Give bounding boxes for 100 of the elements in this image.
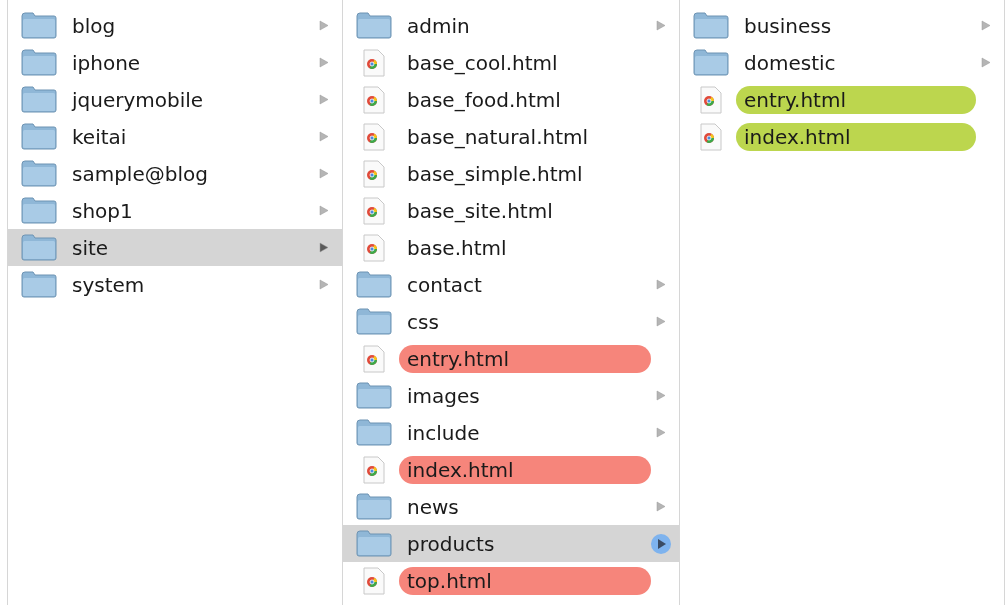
- folder-icon: [21, 197, 57, 224]
- folder-item[interactable]: news: [343, 488, 679, 525]
- folder-icon: [21, 234, 57, 261]
- file-name: admin: [406, 12, 471, 40]
- folder-item[interactable]: iphone: [8, 44, 342, 81]
- file-name: base_cool.html: [406, 49, 559, 77]
- file-name: css: [406, 308, 440, 336]
- file-item[interactable]: base_site.html: [343, 192, 679, 229]
- disclosure-arrow-icon: [319, 242, 329, 253]
- file-name: sample@blog: [71, 160, 209, 188]
- file-item[interactable]: base_food.html: [343, 81, 679, 118]
- disclosure-arrow-icon: [656, 501, 666, 512]
- disclosure-arrow-icon: [656, 279, 666, 290]
- color-label: index.html: [736, 122, 976, 151]
- color-label: index.html: [399, 455, 651, 484]
- file-name: images: [406, 382, 481, 410]
- file-name: keitai: [71, 123, 128, 151]
- folder-icon: [693, 12, 729, 39]
- color-label: entry.html: [736, 85, 976, 114]
- folder-icon: [21, 123, 57, 150]
- disclosure-arrow-icon: [319, 57, 329, 68]
- file-item[interactable]: base_natural.html: [343, 118, 679, 155]
- document-icon: [363, 566, 385, 595]
- file-name: base.html: [406, 234, 508, 262]
- folder-icon: [21, 271, 57, 298]
- folder-item[interactable]: shop1: [8, 192, 342, 229]
- file-name: iphone: [71, 49, 142, 77]
- document-icon: [363, 196, 385, 225]
- folder-item[interactable]: contact: [343, 266, 679, 303]
- file-item[interactable]: base_simple.html: [343, 155, 679, 192]
- file-name: jquerymobile: [70, 86, 205, 114]
- disclosure-arrow-icon: [656, 20, 666, 31]
- folder-item[interactable]: blog: [8, 7, 342, 44]
- folder-item[interactable]: admin: [343, 7, 679, 44]
- file-name: base_food.html: [406, 86, 562, 114]
- file-item[interactable]: top.html: [343, 562, 679, 599]
- disclosure-arrow-icon: [656, 390, 666, 401]
- disclosure-arrow-icon: [656, 427, 666, 438]
- folder-item[interactable]: sample@blog: [8, 155, 342, 192]
- file-name: site: [71, 234, 110, 262]
- folder-icon: [356, 12, 392, 39]
- color-label: top.html: [399, 566, 651, 595]
- file-name: base_site.html: [406, 197, 554, 225]
- folder-icon: [356, 493, 392, 520]
- folder-icon: [356, 271, 392, 298]
- folder-icon: [356, 419, 392, 446]
- file-name: business: [743, 12, 833, 40]
- file-name: news: [406, 493, 460, 521]
- file-name: base_simple.html: [406, 160, 584, 188]
- document-icon: [363, 48, 385, 77]
- file-name: domestic: [743, 49, 837, 77]
- document-icon: [363, 122, 385, 151]
- folder-item[interactable]: system: [8, 266, 342, 303]
- document-icon: [363, 344, 385, 373]
- folder-item[interactable]: business: [680, 7, 1004, 44]
- folder-item[interactable]: jquerymobile: [8, 81, 342, 118]
- folder-icon: [21, 12, 57, 39]
- disclosure-arrow-icon: [319, 205, 329, 216]
- folder-item[interactable]: site: [8, 229, 342, 266]
- disclosure-arrow-icon: [981, 57, 991, 68]
- folder-icon: [693, 49, 729, 76]
- folder-item[interactable]: css: [343, 303, 679, 340]
- folder-item[interactable]: include: [343, 414, 679, 451]
- folder-item[interactable]: products: [343, 525, 679, 562]
- color-label: entry.html: [399, 344, 651, 373]
- folder-icon: [356, 308, 392, 335]
- folder-icon: [21, 49, 57, 76]
- document-icon: [363, 85, 385, 114]
- disclosure-arrow-icon: [319, 168, 329, 179]
- disclosure-arrow-icon: [319, 20, 329, 31]
- folder-icon: [356, 382, 392, 409]
- file-name: blog: [71, 12, 117, 40]
- file-item[interactable]: entry.html: [343, 340, 679, 377]
- disclosure-arrow-icon: [319, 94, 329, 105]
- document-icon: [363, 455, 385, 484]
- file-name: base_natural.html: [406, 123, 590, 151]
- document-icon: [700, 85, 722, 114]
- file-name: contact: [406, 271, 483, 299]
- folder-item[interactable]: images: [343, 377, 679, 414]
- file-name: shop1: [71, 197, 134, 225]
- file-name: products: [406, 530, 496, 558]
- file-item[interactable]: index.html: [680, 118, 1004, 155]
- document-icon: [363, 233, 385, 262]
- disclosure-arrow-icon: [656, 316, 666, 327]
- disclosure-arrow-icon: [319, 131, 329, 142]
- file-item[interactable]: base.html: [343, 229, 679, 266]
- folder-icon: [21, 86, 57, 113]
- file-item[interactable]: base_cool.html: [343, 44, 679, 81]
- folder-icon: [21, 160, 57, 187]
- folder-icon: [356, 530, 392, 557]
- folder-item[interactable]: keitai: [8, 118, 342, 155]
- file-name: system: [71, 271, 146, 299]
- file-item[interactable]: index.html: [343, 451, 679, 488]
- file-name: include: [406, 419, 481, 447]
- document-icon: [363, 159, 385, 188]
- file-item[interactable]: entry.html: [680, 81, 1004, 118]
- disclosure-arrow-icon: [981, 20, 991, 31]
- folder-item[interactable]: domestic: [680, 44, 1004, 81]
- disclosure-arrow-icon: [319, 279, 329, 290]
- document-icon: [700, 122, 722, 151]
